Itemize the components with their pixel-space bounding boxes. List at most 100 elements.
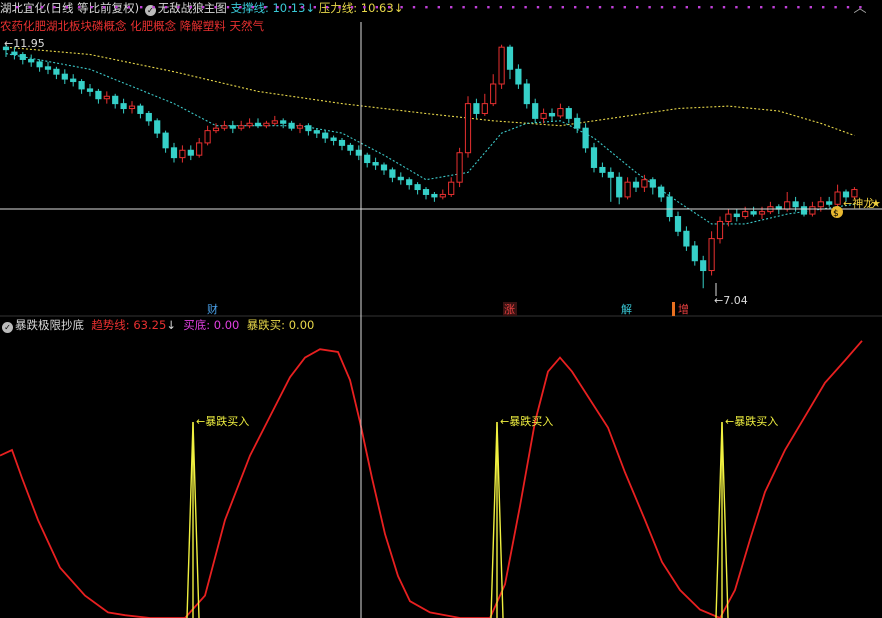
candle-body [338,139,346,146]
candle-body [725,213,732,222]
signal-dot [177,6,180,9]
candle-body [809,206,816,215]
candle-body [582,127,589,149]
ma-short-line [5,53,855,225]
ma-long-path [5,46,855,137]
signal-dot [375,6,378,9]
candle-body [641,179,648,188]
signal-dot [487,6,490,9]
candle-body [800,206,808,215]
candle-body [708,238,715,272]
candle-body [11,51,18,56]
signal-dot [40,6,44,9]
candle-body [490,83,497,105]
candle-body [347,144,354,151]
candle-body [716,220,724,240]
candle-body [498,46,505,85]
signal-dot [16,6,19,9]
signal-dot [412,6,416,9]
signal-dot [722,6,726,9]
signal-dot [574,6,577,9]
signal-dot [784,6,788,9]
candle-body [86,88,94,92]
candle-body [61,73,68,80]
candle-body [414,184,421,191]
candle-body [750,211,757,215]
candle-body [280,120,287,124]
signal-dot [338,6,341,9]
candle-body [364,154,371,164]
candle-body [389,169,396,178]
candle-body [170,147,178,159]
candle-body [658,186,665,198]
signal-dot [202,6,205,9]
signal-dot [846,6,850,9]
candle-body [422,189,430,195]
signal-dot [536,6,540,9]
signal-dot [611,6,614,9]
candle-body [330,137,337,141]
candles [2,44,858,289]
candle-body [557,108,564,117]
signal-dot [189,6,192,9]
candle-body [28,58,35,63]
candle-body [758,211,766,215]
crash-buy-label: ←暴跌买入 [500,414,553,428]
high-label: ←11.95 [4,37,45,50]
signal-dot [685,6,688,9]
signal-dot [524,6,527,9]
crash-buy-label: ←暴跌买入 [196,414,249,428]
signal-dot [264,6,267,9]
signal-dot [462,6,465,9]
event-jie[interactable]: 解 [621,302,632,316]
candle-body [103,95,110,100]
signal-dot [760,6,763,9]
ma-short-path [5,53,855,225]
signal-dot [363,6,366,9]
signal-dot [710,6,713,9]
candle-body [372,162,379,166]
signal-dot [772,6,775,9]
signal-dot [735,6,738,9]
signal-dot [115,6,118,9]
candle-body [574,117,581,129]
candle-body [196,142,203,156]
low-label: ←7.04 [714,294,748,307]
signal-dots [16,6,862,9]
candle-body [784,201,791,210]
candle-body [137,105,144,114]
candle-body [624,181,631,198]
candle-body [36,61,43,68]
candle-body [288,122,295,129]
candle-body [523,83,530,105]
candle-body [515,68,522,85]
signal-dot [549,6,552,9]
chart-canvas[interactable]: ←暴跌买入 ←暴跌买入 ←暴跌买入 ←11.95 ←7.04 $ ←神龙 ★ 财 涨… [0,0,882,618]
candle-body [607,171,614,178]
star-icon: ★ [871,197,881,210]
signal-dot [797,6,800,9]
candle-body [221,125,228,129]
candle-body [691,245,698,262]
candle-body [616,176,623,198]
dragon-label: ←神龙 [843,196,874,210]
candle-body [53,68,60,75]
signal-dot [152,6,155,9]
signal-dot [226,6,230,9]
candle-body [70,78,77,83]
signal-dot [239,6,242,9]
signal-dot [586,6,589,9]
signal-dot [313,6,316,9]
candle-body [397,176,404,181]
signal-dot [636,6,639,9]
event-zeng[interactable]: 增 [678,302,689,316]
signal-dot [698,6,701,9]
dollar-badge-text: $ [833,209,839,219]
event-cai[interactable]: 财 [207,302,218,316]
signal-dot [28,6,31,9]
candle-body [212,127,220,132]
event-zhang[interactable]: 涨 [504,303,515,316]
candle-body [204,130,211,144]
candle-body [540,112,547,119]
signal-dot [561,6,564,9]
